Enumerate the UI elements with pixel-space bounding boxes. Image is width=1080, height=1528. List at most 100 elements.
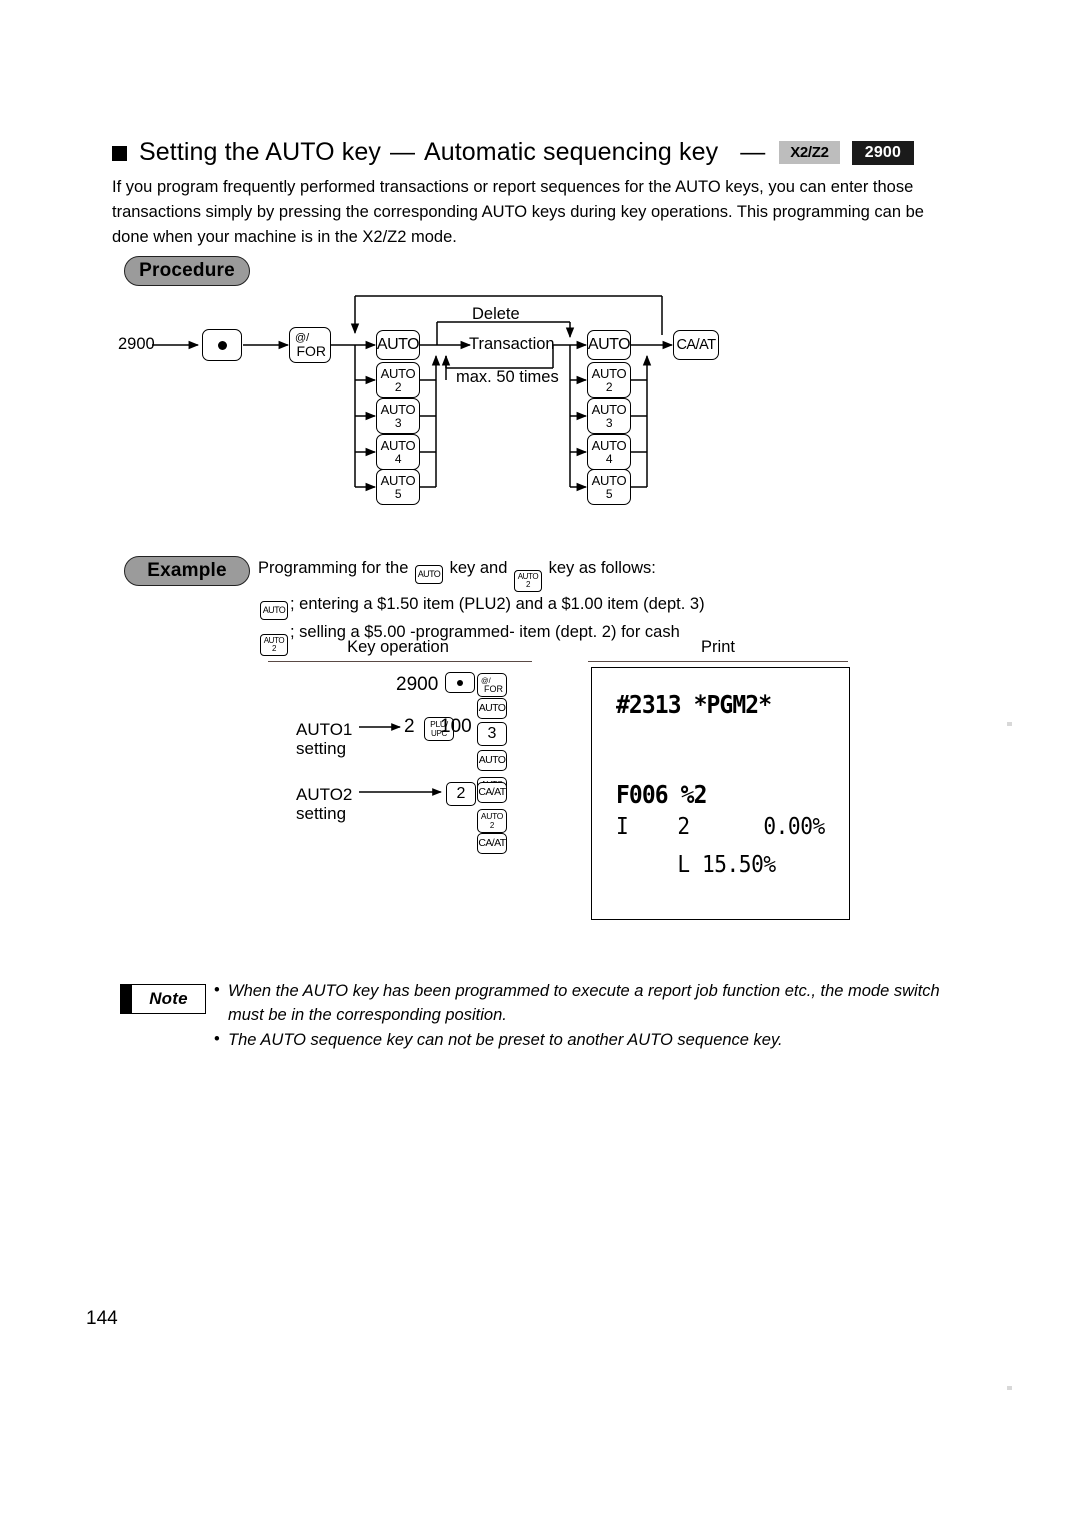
key-cash-amount-tender[interactable]: CA/AT bbox=[673, 330, 719, 360]
key-op-plu-number: 2 bbox=[404, 716, 415, 737]
scan-artifact-2 bbox=[1007, 1386, 1012, 1390]
example-line2-text: ; entering a $1.50 item (PLU2) and a $1.… bbox=[290, 595, 705, 613]
key-auto4-bottom-right: 4 bbox=[605, 452, 613, 466]
key-auto2-inline-1: AUTO 2 bbox=[513, 570, 542, 592]
key-auto-1-left[interactable]: AUTO bbox=[376, 330, 420, 360]
example-line-1: Programming for the AUTO key and AUTO 2 k… bbox=[258, 556, 898, 592]
key-auto5-top: AUTO bbox=[380, 473, 416, 488]
key-op-caat-label-2: CA/AT bbox=[478, 837, 506, 850]
page-number: 144 bbox=[86, 1308, 118, 1329]
procedure-label: Procedure bbox=[124, 256, 250, 286]
note-list: • When the AUTO key has been programmed … bbox=[212, 980, 942, 1055]
max-times-label: max. 50 times bbox=[456, 368, 559, 386]
auto1-setting-line2: setting bbox=[296, 739, 347, 758]
example-line1-mid: key and bbox=[449, 559, 508, 577]
document-page: Setting the AUTO key — Automatic sequenc… bbox=[0, 0, 1080, 1528]
key-at-for[interactable]: @/ FOR bbox=[289, 327, 331, 363]
example-line1-pre: Programming for the bbox=[258, 559, 409, 577]
key-caat-label: CA/AT bbox=[676, 336, 716, 353]
key-auto2-bottom-right: 2 bbox=[605, 380, 613, 394]
example-label: Example bbox=[124, 556, 250, 586]
key-at-for-top: @/ bbox=[295, 331, 310, 344]
mode-badge: X2/Z2 bbox=[779, 141, 840, 164]
note-bullet-icon-1: • bbox=[214, 981, 220, 999]
key-auto2-top: AUTO bbox=[380, 366, 416, 381]
auto2-setting-line2: setting bbox=[296, 804, 347, 823]
key-op-auto2-bottom-2: 2 bbox=[489, 820, 495, 830]
key-at-for-bottom: FOR bbox=[296, 342, 326, 359]
print-receipt: #2313 *PGM2* F006 %2 I 2 0.00% L 15.50% bbox=[591, 667, 850, 920]
key-op-auto-2[interactable]: AUTO bbox=[477, 750, 507, 771]
key-auto-4-left[interactable]: AUTO 4 bbox=[376, 434, 420, 470]
key-op-caat-2[interactable]: CA/AT bbox=[477, 833, 507, 854]
key-op-at-for[interactable]: @/ FOR bbox=[477, 670, 507, 698]
key-auto-4-right[interactable]: AUTO 4 bbox=[587, 434, 631, 470]
heading-dash-2: — bbox=[740, 138, 766, 166]
key-decimal-point[interactable] bbox=[202, 329, 242, 361]
note-badge-tab-icon bbox=[121, 985, 132, 1013]
key-auto-inline-2: AUTO bbox=[260, 601, 288, 620]
note-item-2: • The AUTO sequence key can not be prese… bbox=[212, 1029, 942, 1053]
key-auto4-top-right: AUTO bbox=[591, 438, 627, 453]
heading-subtitle: Automatic sequencing key bbox=[423, 138, 719, 166]
key-auto-3-right[interactable]: AUTO 3 bbox=[587, 398, 631, 434]
key-auto-label-right: AUTO bbox=[587, 336, 631, 353]
key-auto3-top: AUTO bbox=[380, 402, 416, 417]
key-auto-inline-label-2: AUTO bbox=[262, 605, 286, 615]
example-line-2: AUTO ; entering a $1.50 item (PLU2) and a… bbox=[258, 592, 898, 620]
key-auto-5-right[interactable]: AUTO 5 bbox=[587, 469, 631, 505]
key-auto-inline-label-1: AUTO bbox=[417, 569, 441, 579]
transaction-label: Transaction bbox=[469, 335, 555, 353]
key-auto3-bottom-right: 3 bbox=[605, 416, 613, 430]
key-auto3-top-right: AUTO bbox=[591, 402, 627, 417]
receipt-line-4: L 15.50% bbox=[616, 852, 776, 878]
receipt-line-3: I 2 0.00% bbox=[616, 814, 825, 840]
intro-paragraph: If you program frequently performed tran… bbox=[112, 178, 924, 246]
key-op-caat-1[interactable]: CA/AT bbox=[477, 782, 507, 803]
key-auto-1-right[interactable]: AUTO bbox=[587, 330, 631, 360]
delete-label: Delete bbox=[472, 305, 520, 323]
key-auto-3-left[interactable]: AUTO 3 bbox=[376, 398, 420, 434]
key-op-amount-100: 100 bbox=[440, 716, 472, 737]
key-op-auto-1[interactable]: AUTO bbox=[477, 698, 507, 719]
procedure-start-value: 2900 bbox=[118, 335, 155, 353]
key-auto5-bottom: 5 bbox=[394, 487, 402, 501]
key-auto4-bottom: 4 bbox=[394, 452, 402, 466]
receipt-line-1: #2313 *PGM2* bbox=[616, 690, 772, 719]
key-op-auto2-2[interactable]: AUTO 2 bbox=[477, 806, 507, 833]
note-badge-label: Note bbox=[149, 989, 188, 1008]
note-bullet-icon-2: • bbox=[214, 1030, 220, 1048]
key-auto-inline-1: AUTO bbox=[415, 565, 443, 584]
key-operation-rule bbox=[268, 661, 532, 663]
square-bullet-icon bbox=[112, 146, 127, 161]
key-op-value-2900: 2900 bbox=[396, 674, 439, 695]
key-auto4-top: AUTO bbox=[380, 438, 416, 453]
note-badge: Note bbox=[120, 984, 206, 1014]
section-heading: Setting the AUTO key — Automatic sequenc… bbox=[112, 138, 915, 167]
key-auto-5-left[interactable]: AUTO 5 bbox=[376, 469, 420, 505]
key-op-dept-2[interactable]: 2 bbox=[446, 782, 476, 806]
heading-dash-1: — bbox=[389, 138, 415, 166]
key-auto2-bottom: 2 bbox=[394, 380, 402, 394]
column-header-key-operation: Key operation bbox=[347, 638, 449, 656]
key-op-auto-label-2: AUTO bbox=[478, 754, 506, 767]
key-auto-2-right[interactable]: AUTO 2 bbox=[587, 362, 631, 398]
code-badge: 2900 bbox=[851, 140, 915, 165]
key-auto2-top-right: AUTO bbox=[591, 366, 627, 381]
key-op-caat-label-1: CA/AT bbox=[478, 786, 506, 799]
key-auto2-inline-bottom-1: 2 bbox=[525, 580, 531, 589]
key-auto5-bottom-right: 5 bbox=[605, 487, 613, 501]
note-item-1-text: When the AUTO key has been programmed to… bbox=[228, 982, 940, 1024]
key-auto-label: AUTO bbox=[376, 336, 420, 353]
column-header-print: Print bbox=[701, 638, 735, 656]
key-auto-2-left[interactable]: AUTO 2 bbox=[376, 362, 420, 398]
key-op-at-for-bottom: FOR bbox=[484, 683, 503, 694]
auto2-setting-line1: AUTO2 bbox=[296, 785, 353, 804]
scan-artifact-1 bbox=[1007, 722, 1012, 726]
key-auto3-bottom: 3 bbox=[394, 416, 402, 430]
page-title: Setting the AUTO key bbox=[139, 138, 381, 166]
key-op-decimal[interactable] bbox=[445, 672, 475, 693]
key-op-dept-3[interactable]: 3 bbox=[477, 722, 507, 746]
receipt-line-2: F006 %2 bbox=[616, 780, 707, 809]
key-op-dept-3-label: 3 bbox=[487, 725, 497, 742]
